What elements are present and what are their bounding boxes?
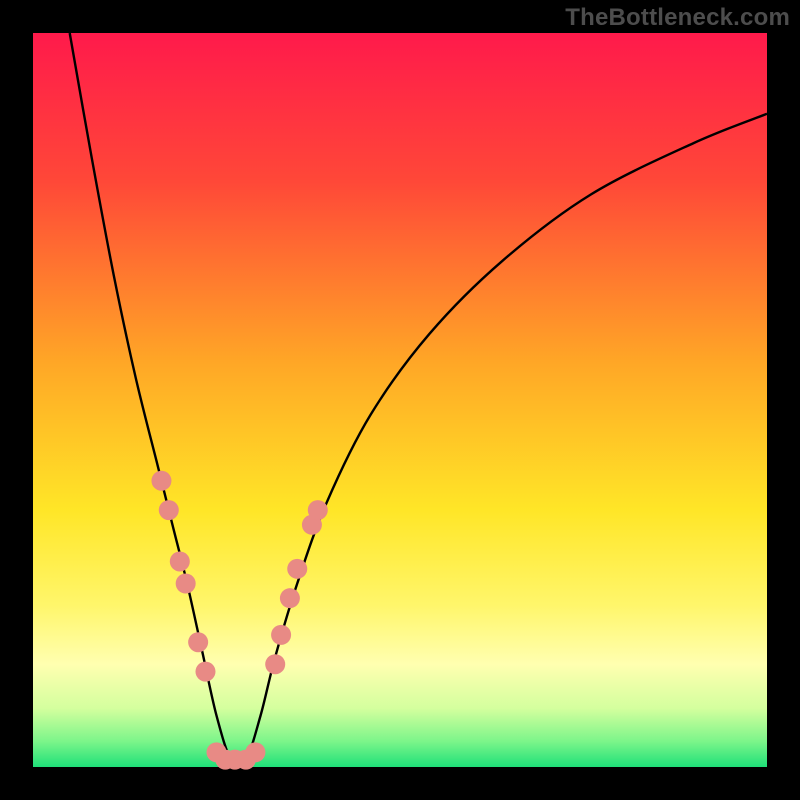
data-marker	[176, 574, 196, 594]
data-marker	[271, 625, 291, 645]
data-marker	[195, 662, 215, 682]
chart-frame: TheBottleneck.com	[0, 0, 800, 800]
data-marker	[188, 632, 208, 652]
data-marker	[287, 559, 307, 579]
data-marker	[280, 588, 300, 608]
data-marker	[170, 551, 190, 571]
data-marker	[265, 654, 285, 674]
data-marker	[245, 742, 265, 762]
plot-background	[33, 33, 767, 767]
data-marker	[159, 500, 179, 520]
data-marker	[308, 500, 328, 520]
data-marker	[151, 471, 171, 491]
watermark-text: TheBottleneck.com	[565, 4, 790, 32]
bottleneck-chart	[0, 0, 800, 800]
